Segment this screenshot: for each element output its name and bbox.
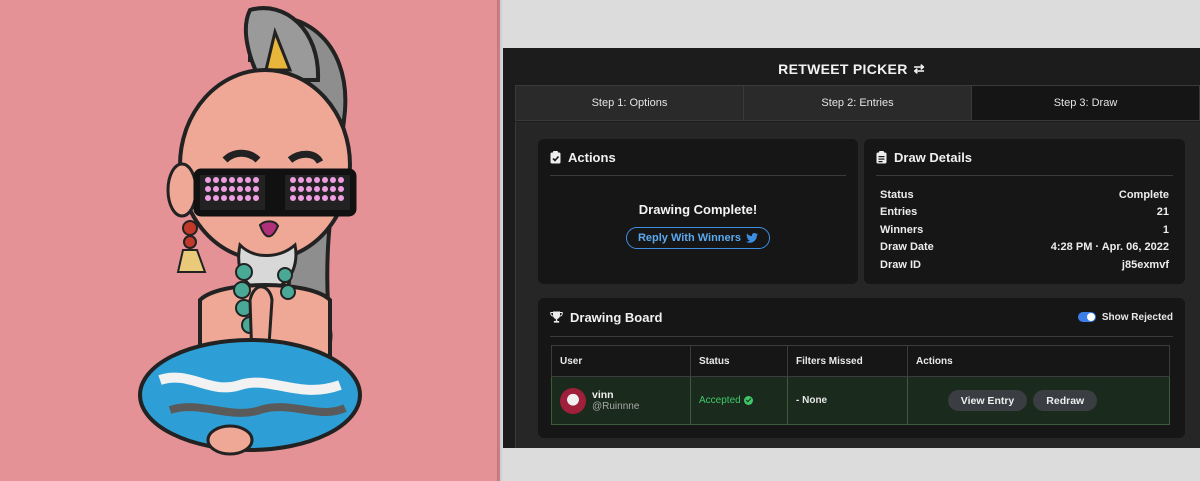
app-header: RETWEET PICKER ⇄ — [503, 48, 1200, 90]
detail-value: Complete — [1118, 188, 1169, 201]
user-handle[interactable]: @Ruinnne — [592, 401, 639, 413]
actions-heading: Actions — [568, 149, 616, 165]
draw-details-header: Draw Details — [864, 139, 1185, 175]
show-rejected-toggle[interactable] — [1077, 312, 1096, 322]
step-tabs: Step 1: Options Step 2: Entries Step 3: … — [515, 85, 1200, 121]
divider — [550, 336, 1173, 337]
status-text: Accepted — [699, 395, 741, 406]
table-header-row: User Status Filters Missed Actions — [551, 345, 1170, 377]
detail-row-draw-date: Draw Date 4:28 PM · Apr. 06, 2022 — [880, 239, 1169, 257]
detail-row-winners: Winners 1 — [880, 221, 1169, 239]
retweet-picker-app: RETWEET PICKER ⇄ Step 1: Options Step 2:… — [503, 48, 1200, 448]
avatar — [560, 387, 586, 414]
tab-step-3-draw[interactable]: Step 3: Draw — [972, 86, 1199, 120]
drawing-board-card: Drawing Board Show Rejected User Status … — [538, 298, 1185, 438]
detail-row-draw-id: Draw ID j85exmvf — [880, 256, 1169, 274]
drawing-board-heading: Drawing Board — [570, 309, 663, 325]
detail-value: 21 — [1156, 206, 1169, 219]
table-row: vinn @Ruinnne Accepted - None View Entry… — [551, 376, 1170, 425]
draw-details-card: Draw Details Status Complete Entries 21 … — [864, 139, 1185, 284]
show-rejected-label: Show Rejected — [1101, 311, 1173, 323]
detail-label: Draw Date — [880, 241, 934, 254]
redraw-button[interactable]: Redraw — [1033, 390, 1098, 411]
drawing-board-table: User Status Filters Missed Actions vinn — [551, 345, 1170, 425]
reply-with-winners-label: Reply With Winners — [637, 232, 742, 244]
tab-step-1-options[interactable]: Step 1: Options — [516, 86, 744, 120]
detail-label: Draw ID — [880, 258, 921, 271]
status-cell: Accepted — [690, 376, 788, 425]
drawing-status-text: Drawing Complete! — [638, 202, 758, 217]
app-title: RETWEET PICKER — [778, 61, 908, 77]
detail-row-entries: Entries 21 — [880, 204, 1169, 222]
detail-value: 1 — [1162, 223, 1169, 236]
filters-missed-cell: - None — [787, 376, 908, 425]
cartoon-character-illustration — [138, 6, 362, 456]
tab-step-2-entries[interactable]: Step 2: Entries — [744, 86, 972, 120]
twitter-bird-icon — [746, 233, 759, 243]
detail-label: Status — [880, 188, 914, 201]
column-header-status: Status — [690, 345, 788, 377]
user-cell: vinn @Ruinnne — [551, 376, 691, 425]
actions-card: Actions Drawing Complete! Reply With Win… — [538, 139, 858, 284]
status-badge: Accepted — [699, 395, 753, 406]
actions-cell: View Entry Redraw — [907, 376, 1170, 425]
detail-label: Winners — [880, 223, 924, 236]
show-rejected-control: Show Rejected — [1077, 311, 1173, 323]
column-header-user: User — [551, 345, 691, 377]
user-name: vinn — [592, 388, 614, 401]
filters-missed-value: - None — [796, 395, 828, 406]
reply-with-winners-button[interactable]: Reply With Winners — [625, 227, 771, 249]
detail-row-status: Status Complete — [880, 186, 1169, 204]
draw-details-heading: Draw Details — [894, 149, 973, 165]
retweet-icon: ⇄ — [913, 61, 925, 76]
nft-artwork — [0, 0, 500, 481]
draw-content: Actions Drawing Complete! Reply With Win… — [515, 122, 1200, 448]
drawing-board-header: Drawing Board Show Rejected — [538, 298, 1185, 336]
view-entry-button[interactable]: View Entry — [947, 390, 1028, 411]
clipboard-check-icon — [550, 150, 561, 163]
clipboard-list-icon — [876, 150, 887, 163]
check-circle-icon — [743, 396, 753, 405]
column-header-actions: Actions — [907, 345, 1170, 377]
detail-label: Entries — [880, 206, 918, 219]
detail-value: 4:28 PM · Apr. 06, 2022 — [1050, 241, 1169, 254]
detail-value[interactable]: j85exmvf — [1122, 259, 1169, 271]
trophy-icon — [550, 311, 563, 323]
actions-card-header: Actions — [538, 139, 858, 175]
column-header-filters-missed: Filters Missed — [787, 345, 908, 377]
